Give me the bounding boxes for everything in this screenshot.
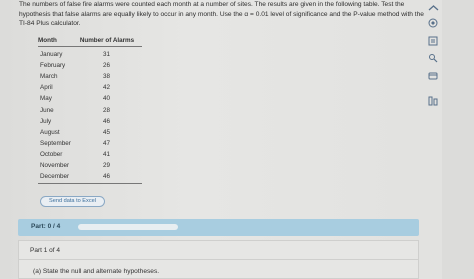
expand-icon[interactable]: [427, 2, 439, 13]
table-row: January 31: [38, 49, 142, 60]
tool-sidebar: [424, 0, 442, 125]
table-row: May 40: [38, 93, 142, 104]
table-row: June 28: [38, 104, 142, 115]
table-row: December 46: [38, 171, 142, 182]
alarms-cell: 29: [102, 161, 110, 169]
alarms-cell: 46: [102, 117, 110, 125]
table-row: July 46: [38, 116, 142, 127]
alarms-cell: 28: [102, 106, 110, 114]
table-row: April 42: [38, 82, 142, 93]
part-label: Part: 0 / 4: [31, 223, 61, 230]
month-cell: August: [40, 128, 60, 136]
problem-text: The numbers of false fire alarms were co…: [19, 1, 424, 28]
tools-icon[interactable]: [427, 52, 439, 63]
alarms-cell: 31: [102, 51, 110, 59]
alarms-table: Month Number of Alarms January 31 Februar…: [38, 37, 142, 185]
month-cell: October: [40, 150, 63, 158]
header-alarms: Number of Alarms: [79, 37, 135, 44]
table-row: October 41: [38, 149, 142, 160]
month-cell: December: [40, 173, 70, 181]
part-progress-track: [78, 224, 178, 230]
month-cell: September: [40, 139, 71, 147]
alarms-cell: 47: [102, 139, 110, 147]
send-to-excel-button[interactable]: Send data to Excel: [40, 196, 105, 207]
month-cell: July: [40, 117, 52, 125]
notes-icon[interactable]: [427, 95, 439, 106]
table-row: February 26: [38, 60, 142, 71]
month-cell: March: [40, 73, 58, 81]
alarms-cell: 40: [102, 95, 110, 103]
table-row: March 38: [38, 71, 142, 82]
table-header: Month Number of Alarms: [38, 37, 142, 47]
part-of-label: Part 1 of 4: [30, 247, 60, 254]
page: The numbers of false fire alarms were co…: [0, 0, 474, 279]
panel-divider: [19, 259, 418, 260]
alarms-cell: 45: [102, 128, 110, 136]
month-cell: January: [40, 51, 63, 59]
table-bottom-rule: [38, 183, 142, 185]
table-row: September 47: [38, 138, 142, 149]
question-text: (a) State the null and alternate hypothe…: [33, 268, 160, 275]
month-cell: April: [40, 84, 53, 92]
glossary-icon[interactable]: [427, 35, 439, 46]
formula-icon[interactable]: [427, 70, 439, 81]
table-row: August 45: [38, 127, 142, 138]
alarms-cell: 42: [102, 84, 110, 92]
alarms-cell: 38: [102, 73, 110, 81]
part-progress-bar: Part: 0 / 4: [18, 219, 419, 236]
alarms-cell: 26: [102, 62, 110, 70]
calculator-icon[interactable]: [427, 17, 439, 28]
right-margin: [442, 0, 474, 279]
month-cell: June: [40, 106, 54, 114]
month-cell: February: [40, 62, 66, 70]
table-row: November 29: [38, 160, 142, 171]
month-cell: November: [40, 161, 70, 169]
header-month: Month: [38, 37, 57, 44]
month-cell: May: [40, 95, 52, 103]
alarms-cell: 41: [102, 150, 110, 158]
part-panel: Part 1 of 4 (a) State the null and alter…: [18, 240, 419, 279]
alarms-cell: 46: [102, 173, 110, 181]
